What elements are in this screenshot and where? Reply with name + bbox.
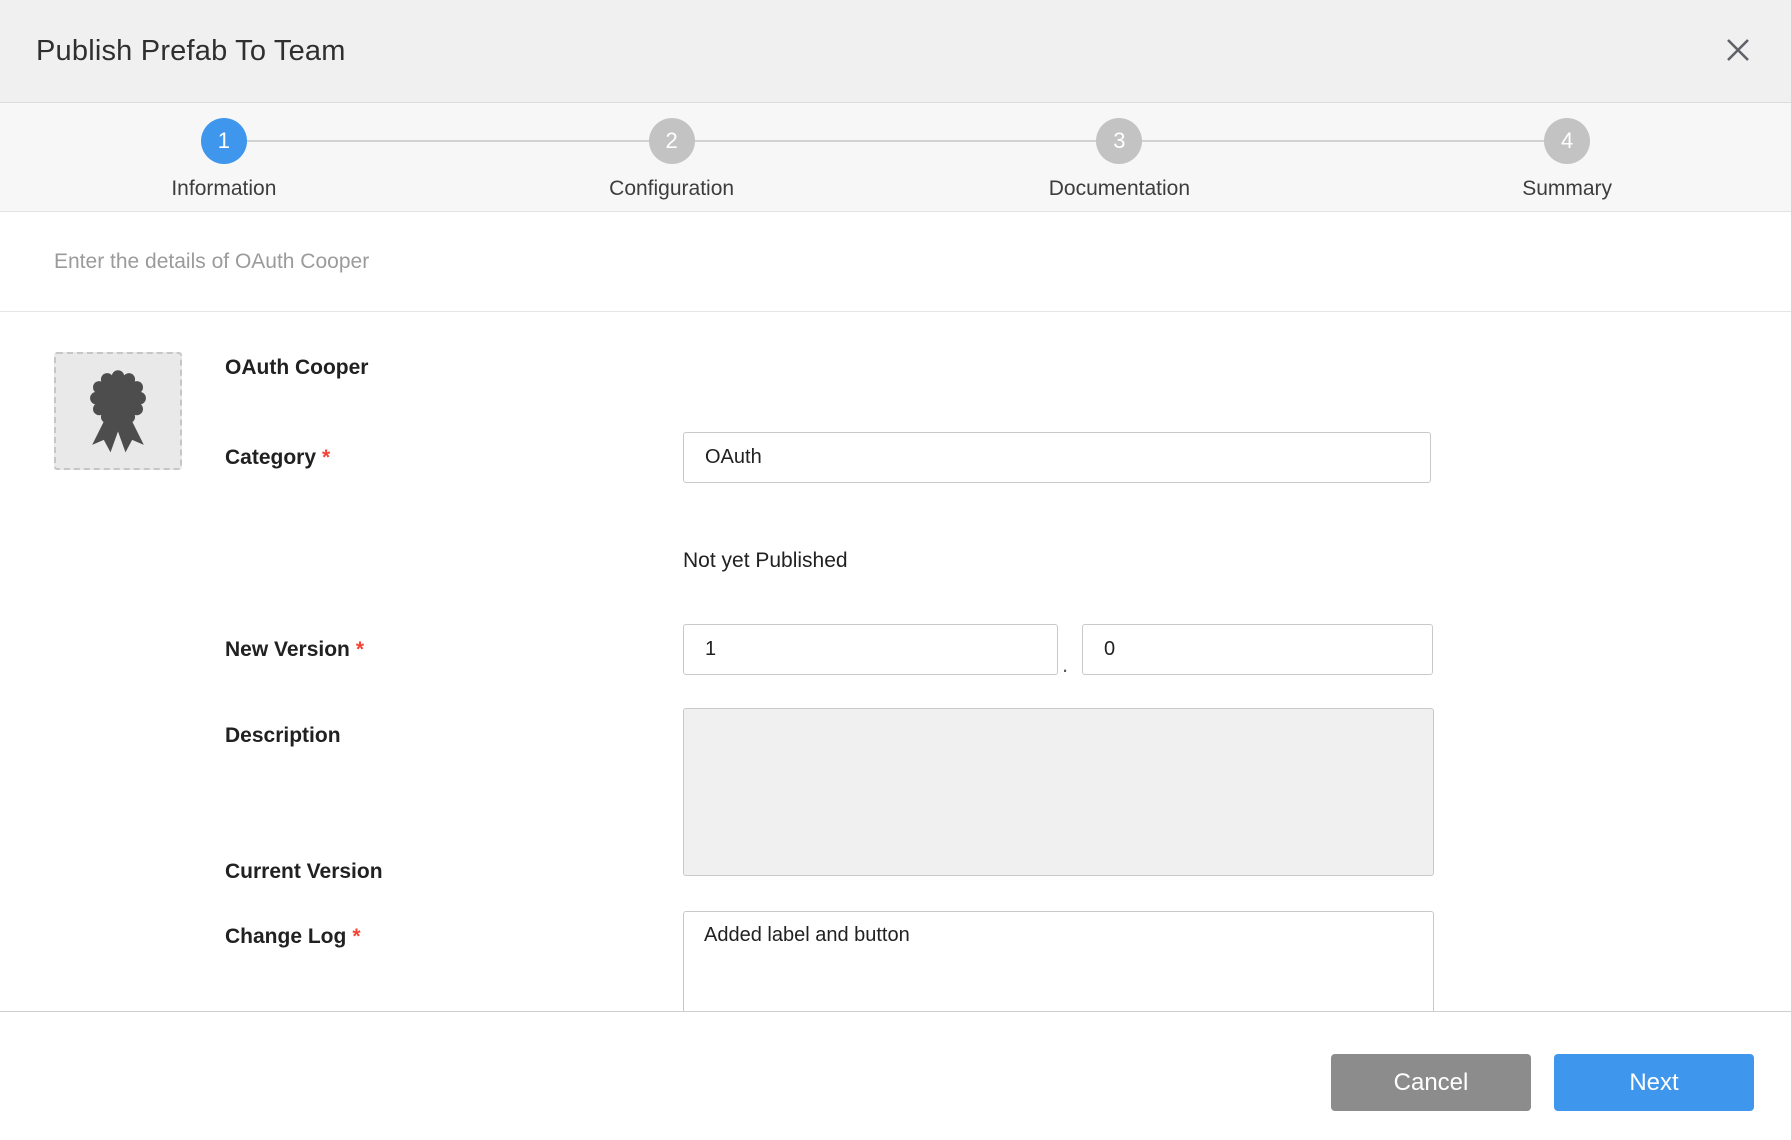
new-version-minor-input[interactable]	[1082, 624, 1433, 675]
close-button[interactable]	[1721, 34, 1755, 68]
step-summary[interactable]: 4 Summary	[1343, 103, 1791, 211]
description-label: Description	[225, 724, 341, 748]
version-separator: .	[1062, 652, 1068, 678]
dialog-header: Publish Prefab To Team	[0, 0, 1791, 103]
required-asterisk: *	[352, 925, 360, 948]
next-button[interactable]: Next	[1554, 1054, 1754, 1111]
close-x-icon	[1723, 35, 1753, 68]
step-4-label: Summary	[1522, 177, 1612, 201]
change-log-label: Change Log*	[225, 925, 361, 949]
step-description-text: Enter the details of OAuth Cooper	[54, 250, 369, 274]
dialog-footer: Cancel Next	[0, 1012, 1791, 1140]
step-4-circle: 4	[1544, 118, 1590, 164]
step-3-label: Documentation	[1049, 177, 1190, 201]
step-information[interactable]: 1 Information	[0, 103, 448, 211]
step-description-band: Enter the details of OAuth Cooper	[0, 212, 1791, 312]
description-textarea	[683, 708, 1434, 876]
award-ribbon-icon	[78, 363, 158, 460]
step-1-label: Information	[171, 177, 276, 201]
step-3-circle: 3	[1096, 118, 1142, 164]
step-1-circle: 1	[201, 118, 247, 164]
cancel-button[interactable]: Cancel	[1331, 1054, 1531, 1111]
change-log-textarea[interactable]: Added label and button	[683, 911, 1434, 1012]
step-configuration[interactable]: 2 Configuration	[448, 103, 896, 211]
prefab-name: OAuth Cooper	[225, 356, 368, 380]
required-asterisk: *	[356, 638, 364, 661]
dialog-title: Publish Prefab To Team	[36, 35, 346, 68]
category-label: Category*	[225, 446, 330, 470]
current-version-label: Current Version	[225, 860, 383, 884]
prefab-icon-box	[54, 352, 182, 470]
new-version-major-input[interactable]	[683, 624, 1058, 675]
new-version-label: New Version*	[225, 638, 364, 662]
category-input[interactable]	[683, 432, 1431, 483]
form-content: OAuth Cooper Category* Current Version N…	[0, 312, 1791, 1012]
step-2-label: Configuration	[609, 177, 734, 201]
required-asterisk: *	[322, 446, 330, 469]
step-documentation[interactable]: 3 Documentation	[896, 103, 1344, 211]
current-version-value: Not yet Published	[683, 549, 848, 573]
step-2-circle: 2	[649, 118, 695, 164]
wizard-stepper: 1 Information 2 Configuration 3 Document…	[0, 103, 1791, 212]
